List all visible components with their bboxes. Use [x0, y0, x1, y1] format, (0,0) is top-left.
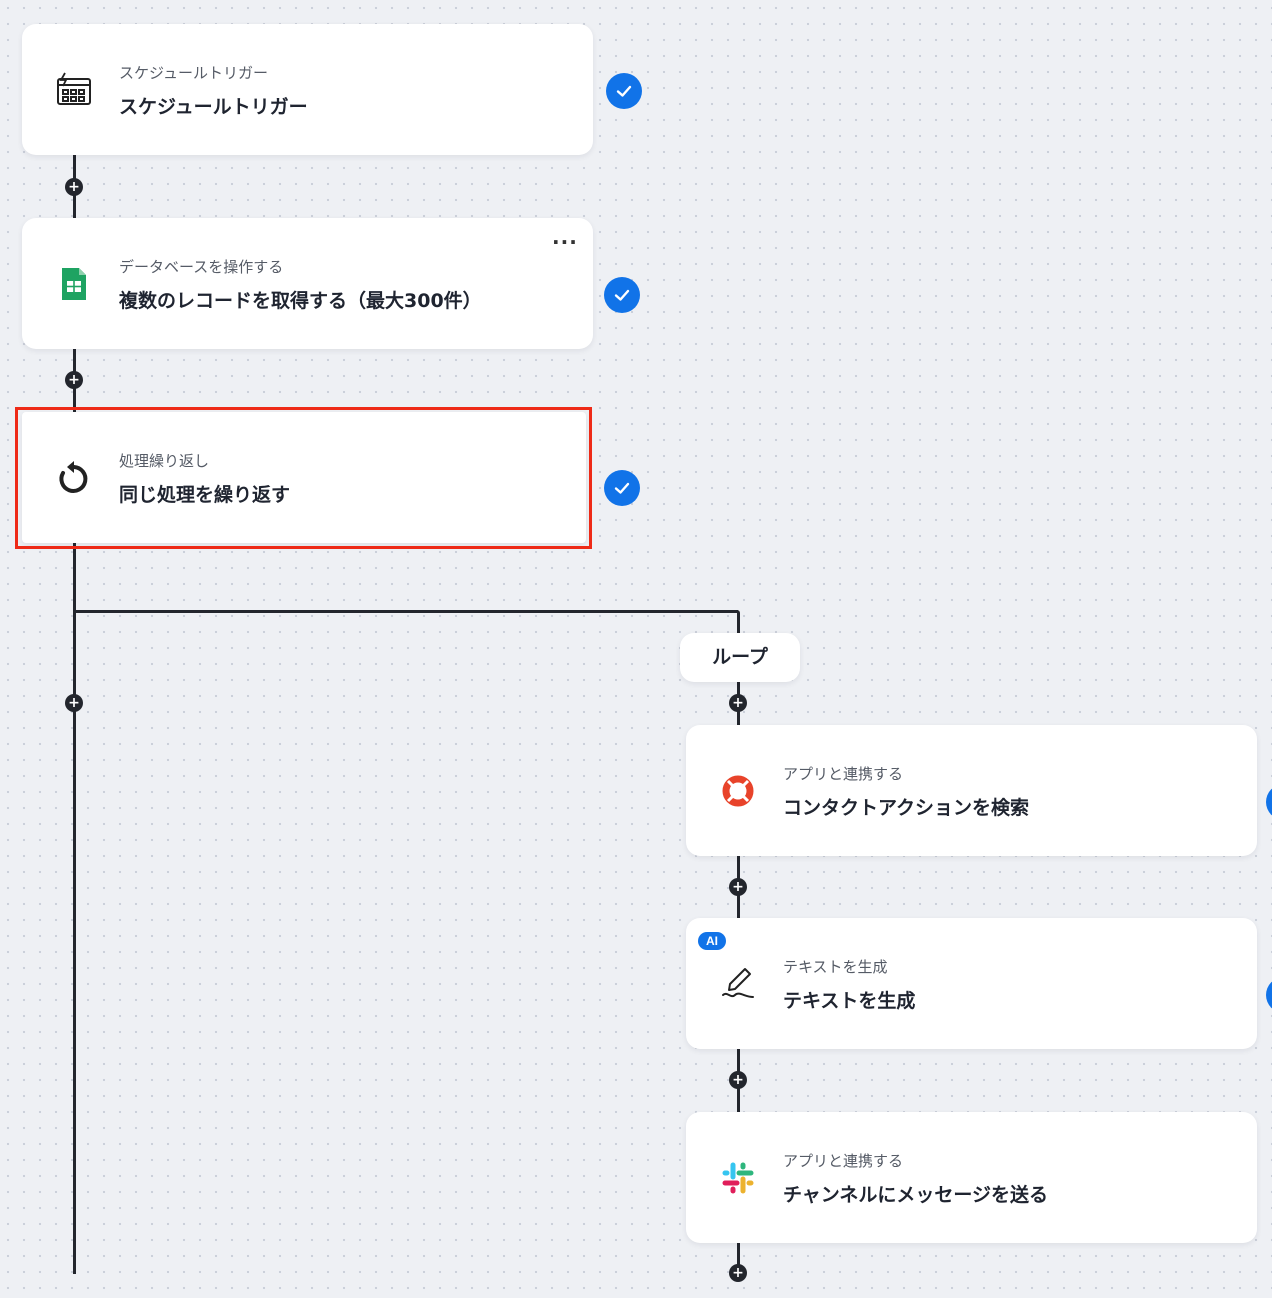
- step-category: アプリと連携する: [783, 1152, 904, 1170]
- add-step-button[interactable]: +: [65, 694, 83, 712]
- step-title: スケジュールトリガー: [119, 96, 308, 118]
- flow-step-schedule-trigger[interactable]: スケジュールトリガー スケジュールトリガー: [22, 24, 593, 155]
- more-options-button[interactable]: ···: [552, 230, 578, 254]
- step-title: 複数のレコードを取得する（最大300件）: [119, 290, 482, 312]
- step-category: データベースを操作する: [119, 258, 284, 276]
- add-loop-step-button[interactable]: +: [729, 694, 747, 712]
- add-loop-step-button[interactable]: +: [729, 878, 747, 896]
- add-step-button[interactable]: +: [65, 371, 83, 389]
- step-category: スケジュールトリガー: [119, 64, 268, 82]
- step-category: アプリと連携する: [783, 765, 904, 783]
- branch-horizontal-line: [73, 610, 738, 613]
- add-loop-step-button[interactable]: +: [729, 1071, 747, 1089]
- status-indicator-partial: [1266, 977, 1272, 1013]
- step-title: テキストを生成: [783, 990, 916, 1012]
- loop-step-slack-message[interactable]: アプリと連携する チャンネルにメッセージを送る: [686, 1112, 1257, 1243]
- lifebuoy-icon: [718, 771, 758, 811]
- highlight-frame: [15, 407, 592, 549]
- check-icon: [604, 470, 640, 506]
- add-step-button[interactable]: +: [65, 178, 83, 196]
- loop-branch-label: ループ: [680, 633, 800, 682]
- add-loop-step-button[interactable]: +: [729, 1264, 747, 1282]
- check-icon: [604, 277, 640, 313]
- slack-icon: [718, 1158, 758, 1198]
- step-title: コンタクトアクションを検索: [783, 797, 1030, 819]
- pen-icon: [718, 964, 758, 1004]
- calendar-bolt-icon: [54, 70, 94, 110]
- status-indicator-partial: [1266, 784, 1272, 820]
- google-sheets-icon: [54, 264, 94, 304]
- ai-badge: AI: [698, 932, 726, 950]
- loop-step-search-contact[interactable]: アプリと連携する コンタクトアクションを検索: [686, 725, 1257, 856]
- flow-step-database[interactable]: データベースを操作する 複数のレコードを取得する（最大300件） ···: [22, 218, 593, 349]
- step-category: テキストを生成: [783, 958, 888, 976]
- check-icon: [606, 73, 642, 109]
- step-title: チャンネルにメッセージを送る: [783, 1184, 1049, 1206]
- loop-step-generate-text[interactable]: AI テキストを生成 テキストを生成: [686, 918, 1257, 1049]
